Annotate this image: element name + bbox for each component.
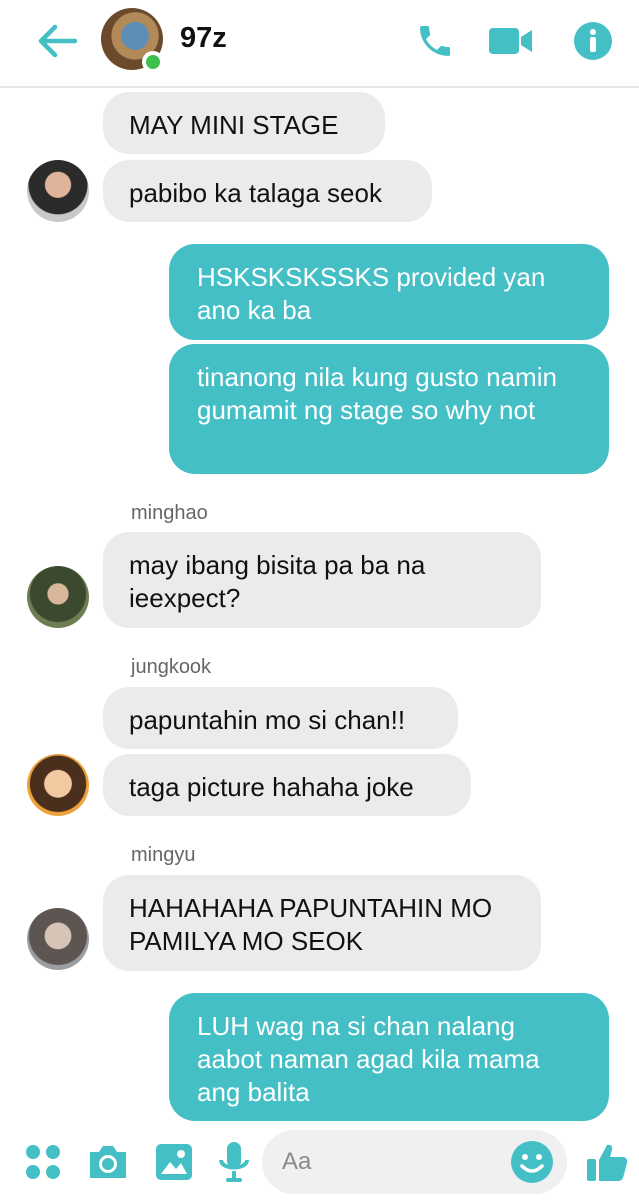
conversation-info-button[interactable] <box>570 18 616 64</box>
sender-avatar[interactable] <box>27 160 89 222</box>
more-apps-button[interactable] <box>20 1139 66 1185</box>
sender-avatar[interactable] <box>27 566 89 628</box>
sender-avatar[interactable] <box>27 754 89 816</box>
like-button[interactable] <box>584 1139 630 1185</box>
info-icon <box>574 22 612 60</box>
sender-name: mingyu <box>131 844 196 866</box>
phone-icon <box>420 26 450 56</box>
apps-icon <box>26 1145 60 1179</box>
video-camera-icon <box>489 28 532 54</box>
message-bubble-incoming[interactable]: may ibang bisita pa ba na ieexpect? <box>103 532 541 628</box>
arrow-left-icon <box>38 24 77 58</box>
message-bubble-outgoing[interactable]: HSKSKSKSSKS provided yan ano ka ba <box>169 244 609 340</box>
thumbs-up-icon <box>587 1144 628 1181</box>
emoji-button[interactable] <box>510 1140 554 1184</box>
chat-header: 97z <box>0 0 639 88</box>
message-bubble-incoming[interactable]: MAY MINI STAGE <box>103 92 385 154</box>
video-call-button[interactable] <box>488 18 534 64</box>
message-input[interactable] <box>282 1142 502 1182</box>
online-status-indicator <box>142 51 164 73</box>
back-button[interactable] <box>34 18 80 64</box>
microphone-icon <box>219 1142 249 1182</box>
message-bubble-incoming[interactable]: pabibo ka talaga seok <box>103 160 432 222</box>
sender-avatar[interactable] <box>27 908 89 970</box>
camera-button[interactable] <box>85 1139 131 1185</box>
sender-name: minghao <box>131 502 208 524</box>
sender-name: jungkook <box>131 656 212 678</box>
voice-message-button[interactable] <box>211 1139 257 1185</box>
voice-call-button[interactable] <box>412 18 458 64</box>
message-bubble-incoming[interactable]: papuntahin mo si chan!! <box>103 687 458 749</box>
chat-title[interactable]: 97z <box>180 22 227 55</box>
emoji-icon <box>511 1141 553 1183</box>
message-bubble-outgoing[interactable]: tinanong nila kung gusto namin gumamit n… <box>169 344 609 474</box>
camera-icon <box>90 1146 126 1178</box>
gallery-button[interactable] <box>151 1139 197 1185</box>
message-bubble-outgoing[interactable]: LUH wag na si chan nalang aabot naman ag… <box>169 993 609 1121</box>
image-icon <box>156 1144 192 1180</box>
message-bubble-incoming[interactable]: taga picture hahaha joke <box>103 754 471 816</box>
message-bubble-incoming[interactable]: HAHAHAHA PAPUNTAHIN MO PAMILYA MO SEOK <box>103 875 541 971</box>
